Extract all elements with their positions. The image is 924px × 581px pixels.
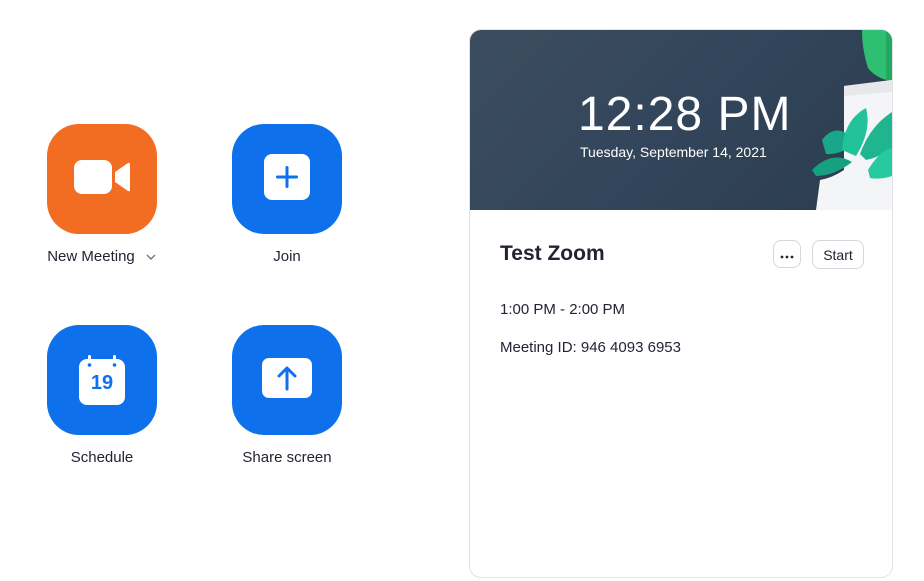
chevron-down-icon[interactable] — [145, 251, 157, 263]
new-meeting-button[interactable] — [47, 124, 157, 234]
meeting-id: Meeting ID: 946 4093 6953 — [500, 339, 681, 356]
meeting-title: Test Zoom — [500, 242, 605, 265]
meeting-time-range: 1:00 PM - 2:00 PM — [500, 301, 626, 318]
current-time: 12:28 PM — [578, 88, 792, 141]
start-button[interactable]: Start — [812, 240, 864, 269]
schedule-label: Schedule — [70, 449, 134, 466]
upcoming-meeting-card: 12:28 PM Tuesday, September 14, 2021 Tes… — [469, 29, 893, 578]
share-screen-action[interactable]: Share screen — [207, 325, 367, 467]
calendar-day: 19 — [90, 372, 114, 394]
join-button[interactable] — [232, 124, 342, 234]
ellipsis-icon — [780, 246, 794, 262]
join-action[interactable]: Join — [207, 124, 367, 266]
share-screen-button[interactable] — [232, 325, 342, 435]
plant-illustration — [812, 30, 892, 210]
new-meeting-label-row: New Meeting — [47, 248, 157, 265]
calendar-icon: 19 — [79, 355, 125, 405]
new-meeting-action[interactable]: New Meeting — [22, 124, 182, 266]
new-meeting-label: New Meeting — [47, 248, 135, 265]
plus-icon — [264, 153, 310, 205]
join-label: Join — [273, 248, 301, 265]
upload-arrow-icon — [262, 357, 312, 403]
share-screen-label: Share screen — [242, 449, 332, 466]
clock-banner: 12:28 PM Tuesday, September 14, 2021 — [470, 30, 892, 210]
schedule-action[interactable]: 19 Schedule — [22, 325, 182, 467]
more-options-button[interactable] — [773, 240, 801, 268]
zoom-home: New Meeting Join 19 Schedule Share scree… — [0, 0, 924, 581]
schedule-button[interactable]: 19 — [47, 325, 157, 435]
video-camera-icon — [74, 159, 130, 199]
current-date: Tuesday, September 14, 2021 — [580, 144, 767, 160]
